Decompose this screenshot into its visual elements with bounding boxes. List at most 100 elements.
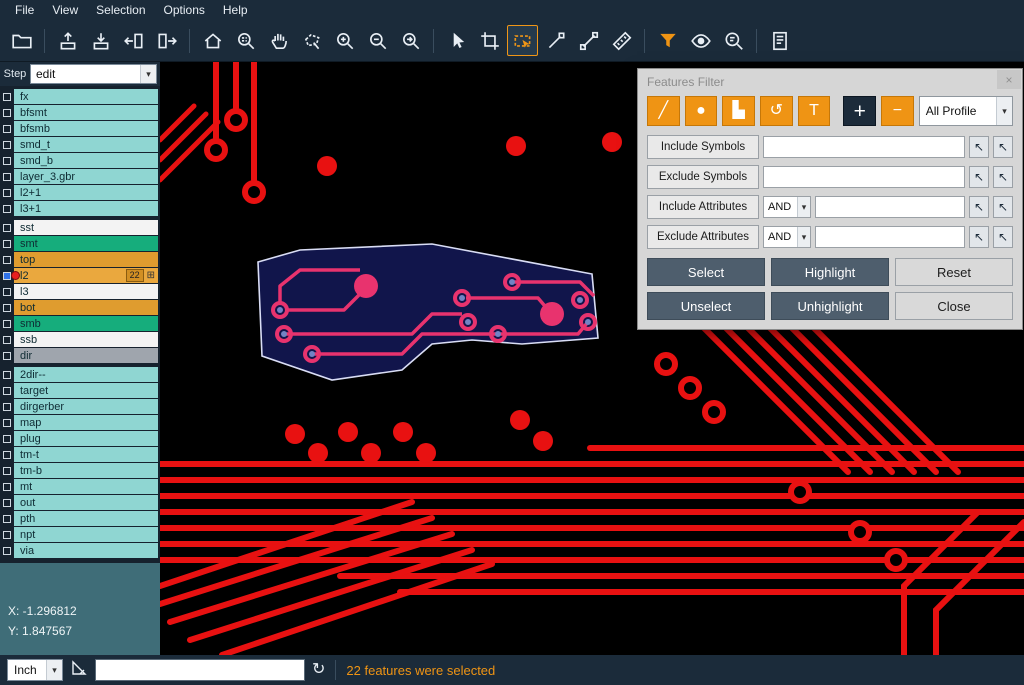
layer-visibility-checkbox[interactable] [0, 284, 14, 299]
crop-select-icon[interactable] [474, 25, 505, 56]
zoom-previous-icon[interactable] [395, 25, 426, 56]
close-button[interactable]: Close [895, 292, 1013, 320]
open-icon[interactable] [6, 25, 37, 56]
layer-row-tm-t[interactable]: tm-t [0, 447, 158, 462]
import-down-icon[interactable] [85, 25, 116, 56]
layer-visibility-checkbox[interactable] [0, 399, 14, 414]
units-select[interactable]: Inch ▾ [7, 659, 63, 681]
chevron-down-icon[interactable]: ▾ [140, 65, 156, 83]
reset-button[interactable]: Reset [895, 258, 1013, 286]
include-symbols-input[interactable] [763, 136, 965, 158]
layer-visibility-checkbox[interactable] [0, 121, 14, 136]
exclude-symbols-input[interactable] [763, 166, 965, 188]
layer-visibility-checkbox[interactable] [0, 332, 14, 347]
layer-row-bfsmt[interactable]: bfsmt [0, 105, 158, 120]
layer-visibility-checkbox[interactable] [0, 169, 14, 184]
chevron-down-icon[interactable]: ▾ [996, 97, 1012, 125]
include-attributes-input[interactable] [815, 196, 965, 218]
layer-row-pth[interactable]: pth [0, 511, 158, 526]
chevron-down-icon[interactable]: ▾ [797, 227, 810, 247]
layer-visibility-checkbox[interactable] [0, 105, 14, 120]
report-icon[interactable] [764, 25, 795, 56]
layer-row-mt[interactable]: mt [0, 479, 158, 494]
layer-visibility-checkbox[interactable] [0, 495, 14, 510]
layer-row-l3+1[interactable]: l3+1 [0, 201, 158, 216]
chevron-down-icon[interactable]: ▾ [46, 660, 62, 680]
zoom-out-icon[interactable] [362, 25, 393, 56]
menu-file[interactable]: File [6, 2, 43, 18]
line-tool[interactable]: ╱ [647, 96, 680, 126]
layer-row-sst[interactable]: sst [0, 220, 158, 235]
layer-row-tm-b[interactable]: tm-b [0, 463, 158, 478]
menu-selection[interactable]: Selection [87, 2, 154, 18]
pick-symbol-icon[interactable]: ↖ [969, 136, 989, 158]
exclude-attributes-input[interactable] [815, 226, 965, 248]
unselect-button[interactable]: Unselect [647, 292, 765, 320]
import-up-icon[interactable] [52, 25, 83, 56]
layer-visibility-checkbox[interactable] [0, 185, 14, 200]
eye-icon[interactable] [685, 25, 716, 56]
pick-symbol-add-icon[interactable]: ↖ [993, 166, 1013, 188]
layer-row-target[interactable]: target [0, 383, 158, 398]
layer-visibility-checkbox[interactable] [0, 463, 14, 478]
layer-row-map[interactable]: map [0, 415, 158, 430]
fence-select-icon[interactable] [507, 25, 538, 56]
command-input[interactable] [95, 659, 305, 681]
layer-row-via[interactable]: via [0, 543, 158, 558]
layer-row-fx[interactable]: fx [0, 89, 158, 104]
select-button[interactable]: Select [647, 258, 765, 286]
find-icon[interactable] [718, 25, 749, 56]
include-mode-button[interactable]: + [843, 96, 876, 126]
layer-row-top[interactable]: top [0, 252, 158, 267]
pick-attribute-add-icon[interactable]: ↖ [993, 226, 1013, 248]
include-symbols-button[interactable]: Include Symbols [647, 135, 759, 159]
layer-visibility-checkbox[interactable] [0, 527, 14, 542]
layer-visibility-checkbox[interactable] [0, 89, 14, 104]
dialog-titlebar[interactable]: Features Filter × [638, 69, 1022, 94]
layer-visibility-checkbox[interactable] [0, 153, 14, 168]
layer-row-2dir--[interactable]: 2dir-- [0, 367, 158, 382]
layer-row-dir[interactable]: dir [0, 348, 158, 363]
layer-row-plug[interactable]: plug [0, 431, 158, 446]
corner-ruler-icon[interactable] [70, 659, 88, 682]
surface-tool[interactable]: ▙ [722, 96, 755, 126]
ruler-icon[interactable] [606, 25, 637, 56]
import-left-icon[interactable] [118, 25, 149, 56]
layer-row-l3[interactable]: l3 [0, 284, 158, 299]
exclude-attributes-logic-select[interactable]: AND ▾ [763, 226, 811, 248]
layer-visibility-checkbox[interactable] [0, 137, 14, 152]
measure-line-icon[interactable] [573, 25, 604, 56]
menu-help[interactable]: Help [214, 2, 257, 18]
polygon-select-icon[interactable] [296, 25, 327, 56]
layer-row-dirgerber[interactable]: dirgerber [0, 399, 158, 414]
import-right-icon[interactable] [151, 25, 182, 56]
zoom-window-icon[interactable] [230, 25, 261, 56]
layer-row-smt[interactable]: smt [0, 236, 158, 251]
include-attributes-logic-select[interactable]: AND ▾ [763, 196, 811, 218]
zoom-in-icon[interactable] [329, 25, 360, 56]
layer-row-l2[interactable]: l222⊞ [0, 268, 158, 283]
text-tool[interactable]: T [798, 96, 831, 126]
include-attributes-button[interactable]: Include Attributes [647, 195, 759, 219]
pointer-icon[interactable] [441, 25, 472, 56]
pick-symbol-icon[interactable]: ↖ [969, 166, 989, 188]
exclude-mode-button[interactable]: − [881, 96, 914, 126]
layer-visibility-checkbox[interactable] [0, 543, 14, 558]
home-icon[interactable] [197, 25, 228, 56]
layer-visibility-checkbox[interactable] [0, 316, 14, 331]
refresh-icon[interactable]: ↻ [312, 662, 325, 678]
layer-row-l2+1[interactable]: l2+1 [0, 185, 158, 200]
pan-hand-icon[interactable] [263, 25, 294, 56]
layer-visibility-checkbox[interactable] [0, 415, 14, 430]
profile-select[interactable]: All Profile ▾ [919, 96, 1013, 126]
close-icon[interactable]: × [997, 70, 1021, 89]
brush-icon[interactable] [540, 25, 571, 56]
unhighlight-button[interactable]: Unhighlight [771, 292, 889, 320]
highlight-button[interactable]: Highlight [771, 258, 889, 286]
layer-visibility-checkbox[interactable] [0, 252, 14, 267]
layer-row-bot[interactable]: bot [0, 300, 158, 315]
menu-options[interactable]: Options [155, 2, 214, 18]
exclude-attributes-button[interactable]: Exclude Attributes [647, 225, 759, 249]
layer-visibility-checkbox[interactable] [0, 300, 14, 315]
menu-view[interactable]: View [43, 2, 87, 18]
